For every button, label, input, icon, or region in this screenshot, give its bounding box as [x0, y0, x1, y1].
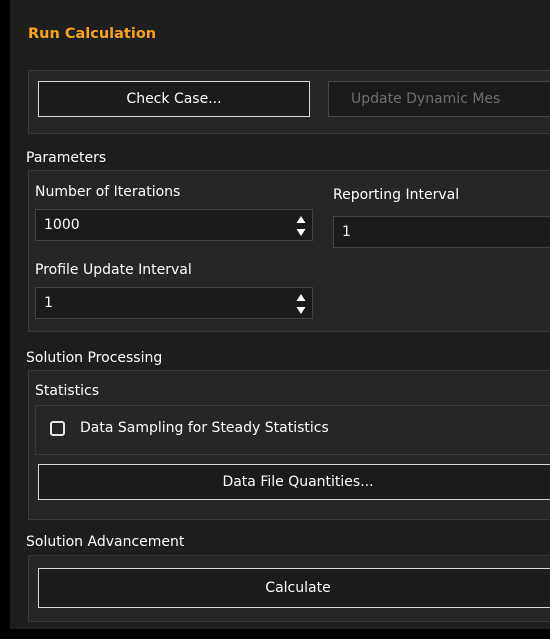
panel-title: Run Calculation [28, 26, 157, 42]
iterations-value[interactable]: 1000 [44, 217, 80, 233]
iterations-label: Number of Iterations [35, 184, 181, 200]
profile-update-spinner[interactable]: 1 [35, 287, 313, 319]
checkbox-icon[interactable] [50, 421, 65, 436]
spinner-arrows-icon[interactable] [296, 214, 306, 238]
iterations-spinner[interactable]: 1000 [35, 209, 313, 241]
reporting-interval-label: Reporting Interval [333, 187, 460, 203]
calculate-button[interactable]: Calculate [38, 568, 550, 608]
profile-update-value[interactable]: 1 [44, 295, 53, 311]
solution-processing-group-label: Solution Processing [26, 350, 163, 366]
run-calculation-panel: Run Calculation Check Case... Update Dyn… [10, 0, 550, 629]
statistics-group: Data Sampling for Steady Statistics [35, 405, 550, 455]
spinner-arrows-icon[interactable] [296, 292, 306, 316]
parameters-group: Number of Iterations 1000 Reporting Inte… [28, 170, 550, 332]
update-dynamic-mesh-button[interactable]: Update Dynamic Mes [328, 81, 550, 117]
reporting-interval-spinner[interactable]: 1 [333, 216, 550, 248]
solution-advancement-group-label: Solution Advancement [26, 534, 185, 550]
profile-update-label: Profile Update Interval [35, 262, 192, 278]
check-case-button[interactable]: Check Case... [38, 81, 310, 117]
reporting-interval-value[interactable]: 1 [342, 224, 351, 240]
data-file-quantities-button[interactable]: Data File Quantities... [38, 464, 550, 500]
statistics-label: Statistics [35, 383, 99, 399]
solution-processing-group: Statistics Data Sampling for Steady Stat… [28, 370, 550, 520]
top-buttons-group: Check Case... Update Dynamic Mes [28, 70, 550, 134]
parameters-group-label: Parameters [26, 150, 107, 166]
solution-advancement-group: Calculate [28, 555, 550, 622]
data-sampling-label[interactable]: Data Sampling for Steady Statistics [80, 420, 329, 436]
